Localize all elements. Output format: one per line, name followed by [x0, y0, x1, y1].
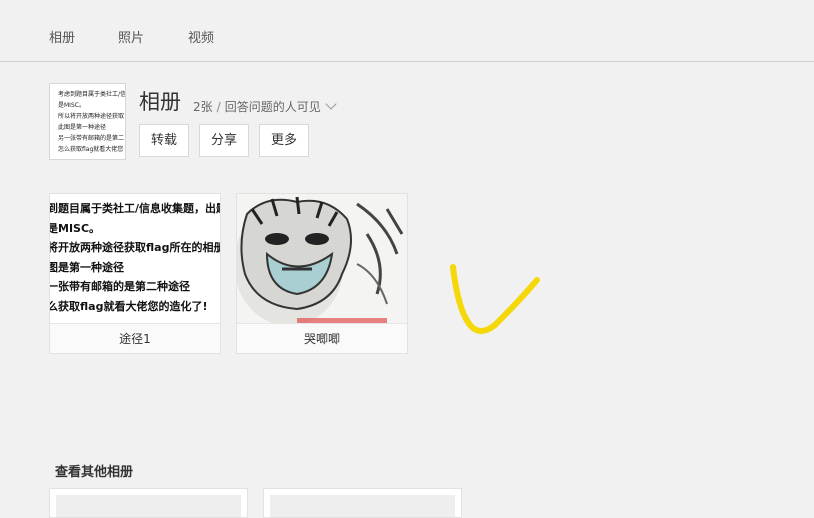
- check-mark-annotation: [450, 264, 540, 334]
- tab-albums[interactable]: 相册: [49, 27, 75, 46]
- photo-thumbnail[interactable]: [237, 194, 407, 323]
- photo-text-line: 到题目属于类社工/信息收集题，出题: [50, 202, 220, 215]
- meme-face-image: [237, 194, 407, 323]
- photo-card[interactable]: 到题目属于类社工/信息收集题，出题 是MISC。 将开放两种途径获取flag所在…: [49, 193, 221, 354]
- photo-text-line: 么获取flag就看大佬您的造化了!: [50, 299, 208, 313]
- tab-videos[interactable]: 视频: [188, 27, 214, 46]
- photo-count: 2张: [193, 100, 213, 114]
- other-album-card[interactable]: [263, 488, 462, 518]
- photo-caption[interactable]: 途径1: [50, 323, 220, 354]
- cover-text-line: 另一张带有邮箱的是第二: [58, 135, 125, 142]
- photo-text-line: 一张带有邮箱的是第二种途径: [50, 280, 190, 293]
- photo-text-line: 是MISC。: [50, 221, 101, 235]
- photo-text-line: 将开放两种途径获取flag所在的相册: [50, 241, 220, 254]
- tab-photos[interactable]: 照片: [118, 27, 144, 46]
- cover-text-line: 所以将开放两种途径获取: [58, 113, 125, 120]
- other-album-card[interactable]: [49, 488, 248, 518]
- photo-text-line: 图是第一种途径: [50, 260, 124, 274]
- cover-text-line: 考虑到题目属于类社工/信: [58, 91, 126, 98]
- visibility-dropdown[interactable]: 回答问题的人可见: [225, 100, 321, 114]
- photo-thumbnail[interactable]: 到题目属于类社工/信息收集题，出题 是MISC。 将开放两种途径获取flag所在…: [50, 194, 220, 323]
- photo-card[interactable]: 哭唧唧: [236, 193, 408, 354]
- top-nav: 相册 照片 视频: [0, 0, 814, 62]
- album-title: 相册: [139, 90, 181, 114]
- chevron-down-icon[interactable]: [325, 98, 337, 110]
- album-meta: 2张 / 回答问题的人可见: [193, 98, 337, 115]
- cover-text-line: 怎么获取flag就看大佬您: [58, 146, 124, 153]
- more-button[interactable]: 更多: [259, 124, 309, 157]
- meta-separator: /: [216, 100, 221, 114]
- nav-divider: [0, 61, 814, 62]
- cover-text-line: 此图是第一种途径: [58, 124, 107, 131]
- album-cover[interactable]: 考虑到题目属于类社工/信 是MISC。 所以将开放两种途径获取 此图是第一种途径…: [49, 83, 126, 160]
- other-albums-heading: 查看其他相册: [55, 465, 134, 480]
- share-button[interactable]: 分享: [199, 124, 249, 157]
- cover-text-line: 是MISC。: [58, 102, 85, 109]
- photo-caption[interactable]: 哭唧唧: [237, 323, 407, 354]
- repost-button[interactable]: 转载: [139, 124, 189, 157]
